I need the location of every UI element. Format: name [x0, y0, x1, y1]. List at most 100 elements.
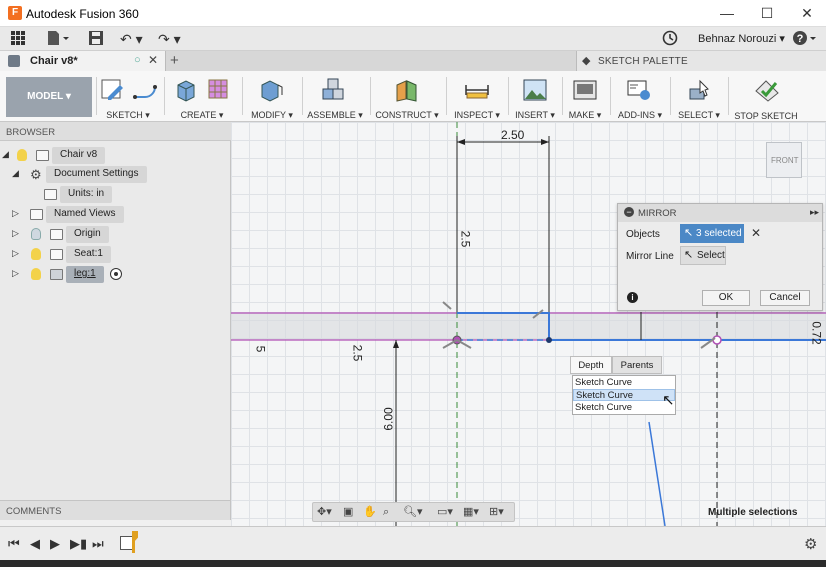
timeline-sketch-feature-icon[interactable]: [120, 536, 134, 550]
visibility-bulb-icon[interactable]: [31, 268, 41, 280]
close-tab-icon[interactable]: ✕: [148, 53, 158, 67]
construct-menu[interactable]: CONSTRUCT ▾: [374, 73, 440, 121]
viewcube[interactable]: FRONT: [766, 142, 802, 178]
clear-selection-icon[interactable]: ✕: [751, 226, 761, 240]
sketch-palette-header[interactable]: ◆ SKETCH PALETTE: [576, 51, 826, 71]
dimension-label[interactable]: 6.00: [382, 407, 396, 430]
ribbon-toolbar: MODEL ▾ SKETCH ▾ CREATE ▾ MODIFY ▾ ASSEM…: [0, 71, 826, 122]
expand-arrow-icon[interactable]: ▷: [12, 208, 22, 219]
stop-sketch-button[interactable]: STOP SKETCH: [732, 73, 800, 121]
undo-icon[interactable]: ↶ ▾: [120, 30, 143, 48]
play-icon[interactable]: ▶: [50, 536, 60, 552]
mirror-dialog-header[interactable]: − MIRROR ▸▸: [618, 204, 822, 222]
workspace-switcher[interactable]: MODEL ▾: [6, 77, 92, 117]
insert-menu[interactable]: INSERT ▾: [512, 73, 558, 121]
data-panel-icon[interactable]: [10, 30, 26, 48]
add-ins-icon: [627, 80, 650, 100]
cursor-icon: ↖: [684, 249, 694, 261]
info-icon[interactable]: i: [627, 292, 638, 303]
browser-item-root[interactable]: ◢ Chair v8: [0, 147, 231, 165]
taskbar-strip: [0, 560, 826, 567]
help-icon[interactable]: ?: [792, 30, 818, 48]
dimension-label[interactable]: 2.5: [350, 345, 364, 362]
comments-panel[interactable]: COMMENTS: [0, 500, 231, 520]
browser-item-origin[interactable]: ▷ Origin: [0, 226, 231, 244]
close-button[interactable]: ✕: [792, 3, 822, 23]
display-settings-icon[interactable]: ▭▾: [437, 505, 453, 520]
tab-depth[interactable]: Depth: [570, 356, 612, 374]
document-tab[interactable]: Chair v8* ○ ✕: [0, 51, 166, 71]
maximize-button[interactable]: ☐: [752, 3, 782, 23]
mirror-line-label: Mirror Line: [626, 251, 674, 262]
go-to-end-icon[interactable]: ⏭: [92, 536, 104, 552]
status-message: Multiple selections: [708, 507, 798, 518]
add-ins-menu[interactable]: ADD-INS ▾: [614, 73, 666, 121]
list-item[interactable]: Sketch Curve: [573, 402, 675, 414]
make-icon: [573, 80, 597, 100]
zoom-icon[interactable]: ⌕: [383, 505, 389, 520]
objects-selection-button[interactable]: ↖ 3 selected: [680, 224, 744, 243]
activate-radio-icon[interactable]: [110, 268, 122, 280]
step-back-icon[interactable]: ◀: [30, 536, 40, 552]
browser-item-document-settings[interactable]: ◢ ⚙ Document Settings: [0, 166, 231, 184]
file-menu-icon[interactable]: [46, 30, 70, 48]
visibility-bulb-icon[interactable]: [31, 228, 41, 240]
component-icon: [50, 249, 63, 260]
svg-text:?: ?: [797, 33, 804, 45]
viewports-icon[interactable]: ⊞▾: [489, 505, 504, 520]
save-icon[interactable]: [88, 30, 104, 48]
dimension-label[interactable]: 0.72: [810, 321, 824, 344]
redo-icon[interactable]: ↷ ▾: [158, 30, 181, 48]
dimension-label[interactable]: 2.5: [458, 231, 472, 248]
browser-item-named-views[interactable]: ▷ Named Views: [0, 206, 231, 224]
visibility-bulb-icon[interactable]: [31, 248, 41, 260]
fit-icon[interactable]: 🔍︎▾: [403, 505, 423, 520]
sketch-menu[interactable]: SKETCH ▾: [98, 73, 158, 121]
browser-header[interactable]: BROWSER: [0, 122, 231, 141]
cancel-button[interactable]: Cancel: [760, 290, 810, 306]
expand-arrow-icon[interactable]: ▷: [12, 268, 22, 279]
job-status-icon[interactable]: [662, 30, 678, 48]
form-icon: [208, 79, 228, 99]
dimension-label[interactable]: 5: [253, 346, 267, 353]
list-item[interactable]: Sketch Curve: [573, 389, 675, 401]
expand-arrow-icon[interactable]: ▷: [12, 228, 22, 239]
new-tab-icon[interactable]: +: [170, 52, 179, 69]
orbit-icon[interactable]: ✥▾: [317, 505, 332, 520]
minimize-button[interactable]: —: [712, 3, 742, 23]
mirror-line-select-button[interactable]: ↖ Select: [680, 246, 726, 265]
go-to-start-icon[interactable]: ⏮: [8, 536, 20, 552]
step-forward-icon[interactable]: ▶▮: [70, 536, 87, 552]
browser-item-units[interactable]: Units: in: [0, 186, 231, 204]
inspect-menu[interactable]: INSPECT ▾: [450, 73, 504, 121]
timeline-marker-icon[interactable]: [132, 531, 138, 553]
browser-item-seat[interactable]: ▷ Seat:1: [0, 246, 231, 264]
select-menu[interactable]: SELECT ▾: [674, 73, 724, 121]
make-menu[interactable]: MAKE ▾: [564, 73, 606, 121]
cursor-icon: ↖: [684, 227, 694, 239]
look-at-icon[interactable]: ▣: [343, 505, 353, 520]
expand-arrow-icon[interactable]: ◢: [2, 149, 12, 160]
browser-item-leg[interactable]: ▷ leg:1: [0, 266, 231, 284]
dimension-label[interactable]: 2.50: [501, 128, 524, 142]
collapse-icon[interactable]: −: [624, 207, 634, 217]
assemble-menu[interactable]: ASSEMBLE ▾: [306, 73, 364, 121]
navigation-bar: ✥▾ ▣ ✋ ⌕ 🔍︎▾ ▭▾ ▦▾ ⊞▾: [312, 502, 515, 522]
create-menu[interactable]: CREATE ▾: [168, 73, 236, 121]
sketch-palette-title: SKETCH PALETTE: [598, 56, 688, 67]
grid-settings-icon[interactable]: ▦▾: [463, 505, 479, 520]
expand-arrow-icon[interactable]: ▷: [12, 248, 22, 259]
timeline-settings-icon[interactable]: ⚙: [804, 535, 817, 553]
design-canvas[interactable]: 2.50 2.5 5 2.5 6.00 0.72: [231, 122, 826, 526]
expand-dialog-icon[interactable]: ▸▸: [810, 207, 819, 218]
ok-button[interactable]: OK: [702, 290, 750, 306]
list-item[interactable]: Sketch Curve: [573, 377, 675, 389]
user-account-menu[interactable]: Behnaz Norouzi ▾: [698, 32, 785, 45]
fusion-icon: F: [8, 6, 22, 20]
assemble-icon: [322, 78, 344, 100]
tab-parents[interactable]: Parents: [612, 356, 662, 374]
pan-icon[interactable]: ✋: [363, 505, 377, 520]
modify-menu[interactable]: MODIFY ▾: [246, 73, 298, 121]
visibility-bulb-icon[interactable]: [17, 149, 27, 161]
expand-arrow-icon[interactable]: ◢: [12, 168, 22, 179]
